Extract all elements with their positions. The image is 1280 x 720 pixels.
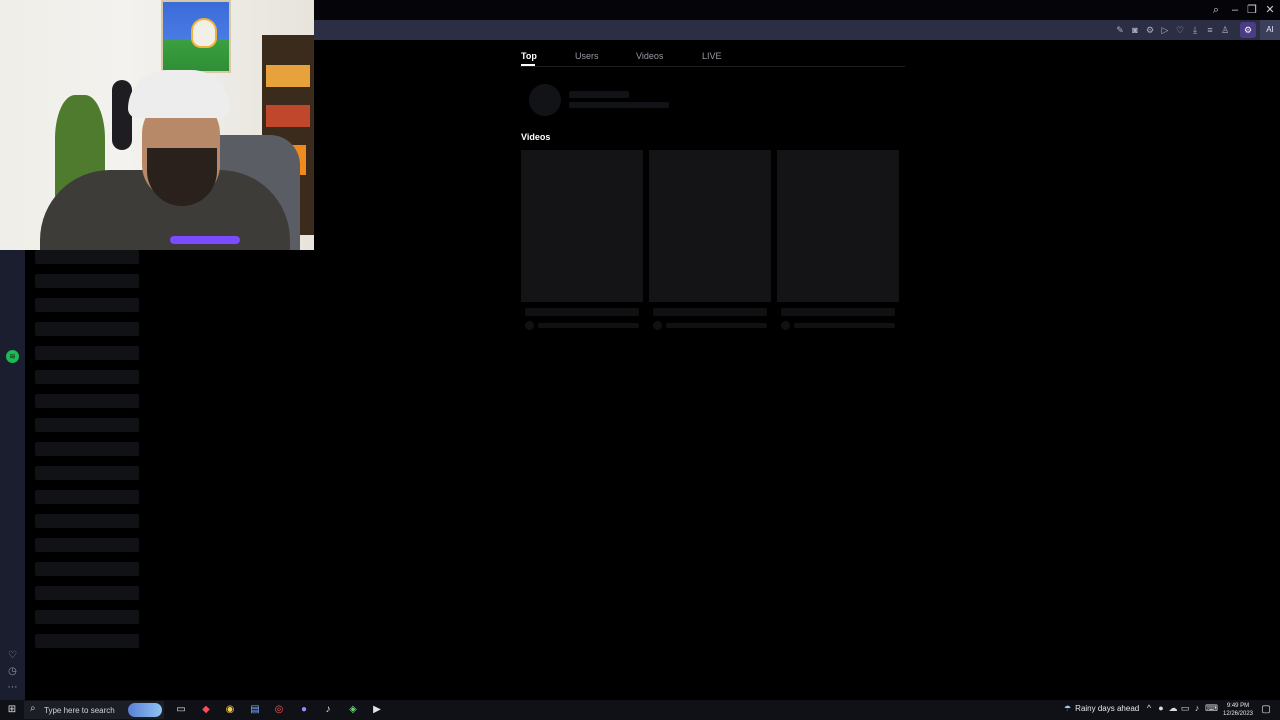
- search-tabs: Top Users Videos LIVE: [520, 42, 905, 67]
- search-results: Top Users Videos LIVE Videos: [520, 42, 905, 342]
- minimize-icon[interactable]: –: [1227, 2, 1243, 18]
- sidebar-skeleton-row: [35, 322, 139, 336]
- video-card-placeholder[interactable]: [649, 150, 771, 302]
- edit-icon[interactable]: ✎: [1113, 23, 1127, 37]
- tab-users[interactable]: Users: [575, 51, 599, 61]
- person-cap: [128, 70, 230, 118]
- heart-icon[interactable]: ♡: [1173, 23, 1187, 37]
- sidebar-skeleton-row: [35, 538, 139, 552]
- settings-icon[interactable]: ⚙: [1143, 23, 1157, 37]
- browser-icon[interactable]: ◆: [199, 703, 213, 717]
- ai-button[interactable]: AI: [1260, 20, 1280, 40]
- videos-section-title: Videos: [521, 132, 551, 142]
- sidebar-skeleton-row: [35, 610, 139, 624]
- painting-skull: [193, 20, 215, 46]
- clock-time: 9:49 PM: [1226, 703, 1250, 709]
- keyboard-icon[interactable]: ⌨: [1205, 703, 1218, 714]
- microphone-icon[interactable]: ●: [1155, 703, 1167, 713]
- video-avatar-placeholder: [525, 321, 534, 330]
- wall-painting: [161, 0, 231, 73]
- calculator-icon[interactable]: ▤: [248, 703, 262, 717]
- active-tab-indicator: [521, 64, 535, 66]
- headset: [112, 80, 132, 150]
- sidebar-skeleton-row: [35, 394, 139, 408]
- sidebar-skeleton-row: [35, 370, 139, 384]
- video-avatar-placeholder: [781, 321, 790, 330]
- media-player-icon[interactable]: ▶: [370, 703, 384, 717]
- search-icon: ⌕: [30, 703, 36, 714]
- user-name-placeholder: [569, 91, 629, 98]
- download-icon[interactable]: ⤓: [1188, 23, 1202, 37]
- windows-start-icon[interactable]: ⊞: [5, 703, 19, 717]
- search-highlight-icon: [128, 703, 162, 717]
- tab-top[interactable]: Top: [521, 51, 537, 61]
- chrome-icon[interactable]: ◉: [223, 703, 237, 717]
- sidebar-skeleton-row: [35, 466, 139, 480]
- video-title-placeholder: [653, 308, 767, 316]
- sidebar-skeleton-row: [35, 442, 139, 456]
- tiktok-icon[interactable]: ♪: [321, 703, 335, 717]
- more-icon[interactable]: ⋯: [6, 681, 19, 694]
- webcam-overlay: [0, 0, 314, 250]
- search-icon[interactable]: ⌕: [1208, 2, 1224, 18]
- weather-text: Rainy days ahead: [1075, 704, 1140, 713]
- game-icon[interactable]: ◈: [346, 703, 360, 717]
- taskbar: ⊞ ⌕ Type here to search ▭ ◆ ◉ ▤ ◎ ● ♪ ◈ …: [0, 700, 1280, 720]
- sidebar-skeleton-row: [35, 562, 139, 576]
- sidebar-skeleton-row: [35, 346, 139, 360]
- cloud-icon[interactable]: ☁: [1167, 703, 1179, 714]
- sidebar-skeleton-row: [35, 634, 139, 648]
- close-icon[interactable]: ✕: [1262, 2, 1278, 18]
- menu-icon[interactable]: ≡: [1203, 23, 1217, 37]
- video-card-placeholder[interactable]: [521, 150, 643, 302]
- volume-icon[interactable]: ♪: [1191, 703, 1203, 713]
- tab-videos[interactable]: Videos: [636, 51, 663, 61]
- microphone: [170, 236, 240, 244]
- clock-date: 12/26/2023: [1222, 711, 1254, 717]
- taskbar-clock[interactable]: 9:49 PM 12/26/2023: [1220, 702, 1256, 718]
- user-icon[interactable]: ♙: [1218, 23, 1232, 37]
- weather-widget[interactable]: ☂ Rainy days ahead: [1064, 704, 1139, 713]
- video-author-placeholder: [538, 323, 639, 328]
- video-title-placeholder: [525, 308, 639, 316]
- clock-icon[interactable]: ◷: [6, 665, 19, 678]
- network-icon[interactable]: ▭: [1179, 703, 1191, 714]
- sidebar-skeleton-row: [35, 418, 139, 432]
- sidebar-skeleton-row: [35, 250, 139, 264]
- camera-icon[interactable]: ◙: [1128, 23, 1142, 37]
- sidebar-skeleton-row: [35, 586, 139, 600]
- taskbar-search[interactable]: ⌕ Type here to search: [24, 701, 164, 719]
- sidebar-skeleton-row: [35, 298, 139, 312]
- file-explorer-icon[interactable]: ▭: [174, 703, 188, 717]
- notifications-icon[interactable]: ▢: [1259, 703, 1273, 717]
- weather-icon: ☂: [1064, 704, 1072, 713]
- chat-app-icon[interactable]: ●: [297, 703, 311, 717]
- sidebar-rail: ≋ ♡ ◷ ⋯: [0, 250, 25, 700]
- video-card-placeholder[interactable]: [777, 150, 899, 302]
- video-author-placeholder: [666, 323, 767, 328]
- restore-icon[interactable]: ❐: [1244, 2, 1260, 18]
- chevron-up-icon[interactable]: ^: [1143, 703, 1155, 713]
- video-avatar-placeholder: [653, 321, 662, 330]
- shelf-item: [266, 105, 310, 127]
- shelf-item: [266, 65, 310, 87]
- play-icon[interactable]: ▷: [1158, 23, 1172, 37]
- extension-icon[interactable]: ⚙: [1240, 22, 1256, 38]
- spotify-icon[interactable]: ≋: [6, 350, 19, 363]
- video-title-placeholder: [781, 308, 895, 316]
- video-author-placeholder: [794, 323, 895, 328]
- heart-icon[interactable]: ♡: [6, 649, 19, 662]
- sidebar-skeleton-row: [35, 274, 139, 288]
- user-handle-placeholder: [569, 102, 669, 108]
- sidebar-skeleton-row: [35, 490, 139, 504]
- sidebar-skeleton-row: [35, 514, 139, 528]
- tab-live[interactable]: LIVE: [702, 51, 722, 61]
- taskbar-search-placeholder: Type here to search: [44, 706, 115, 715]
- sidebar-skeleton-list: [35, 250, 139, 670]
- user-avatar-placeholder: [529, 84, 561, 116]
- screen-capture-icon[interactable]: ◎: [272, 703, 286, 717]
